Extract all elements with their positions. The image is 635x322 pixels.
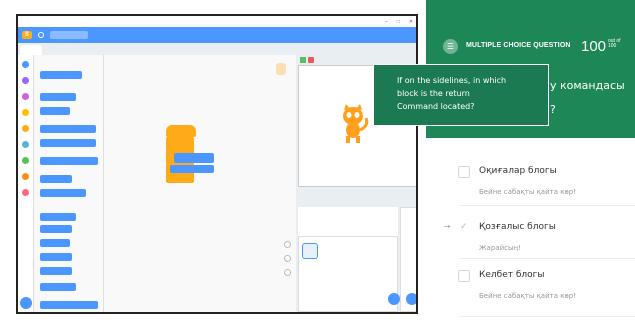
option-divider: [459, 205, 635, 206]
sprite-preview-icon: [276, 63, 286, 75]
extension-button: [20, 297, 32, 309]
code-workspace: [104, 55, 373, 312]
answer-option[interactable]: Келбет блогы Бейне сабақты қайта көр!: [426, 268, 635, 308]
question-text: у командасы ?: [550, 74, 625, 122]
window-controls: – □ ✕: [384, 18, 413, 25]
question-text-line2: ?: [550, 103, 556, 116]
tooltip-line1: If on the sidelines, in which: [397, 76, 507, 85]
palette-block: [40, 239, 70, 247]
block-palette: [34, 55, 115, 312]
stop-icon: [308, 57, 314, 63]
answer-option[interactable]: Оқиғалар блогы Бейне сабақты қайта көр!: [426, 164, 635, 204]
answer-feedback: Бейне сабақты қайта көр!: [479, 188, 576, 196]
script-hat-block: [166, 125, 196, 137]
globe-icon: [38, 32, 45, 38]
palette-block: [40, 253, 72, 261]
palette-block: [40, 283, 76, 291]
palette-block: [40, 213, 76, 221]
category-operators: [22, 157, 29, 164]
zoom-out-icon: [284, 255, 291, 262]
tab-sounds: [68, 45, 90, 55]
green-flag-icon: [300, 57, 306, 63]
sprite-thumbnail: [302, 243, 318, 259]
palette-block: [40, 301, 98, 309]
cat-sprite-icon: [343, 104, 369, 143]
palette-block: [40, 175, 72, 183]
category-myblocks: [22, 189, 29, 196]
answer-label: Оқиғалар блогы: [479, 166, 557, 176]
answer-option-selected[interactable]: → ✓ Қозғалыс блогы Жарайсың!: [426, 220, 635, 260]
palette-block: [40, 267, 72, 275]
answer-label: Қозғалыс блогы: [479, 222, 556, 232]
page: – □ ✕ S ☰ MULTIPLE CHOICE QUESTION 100 o…: [0, 0, 635, 322]
category-variables: [22, 173, 29, 180]
answer-checkbox[interactable]: [458, 166, 470, 178]
answer-checkbox[interactable]: [458, 270, 470, 282]
add-backdrop-icon: [406, 293, 416, 305]
palette-block: [40, 189, 86, 197]
tab-code: [20, 45, 42, 55]
arrow-right-icon: →: [442, 220, 452, 231]
scratch-menubar: S: [18, 27, 416, 43]
palette-block: [40, 139, 96, 147]
editor-tabs: [18, 43, 416, 55]
tab-costumes: [44, 45, 66, 55]
palette-block: [40, 107, 70, 115]
add-sprite-icon: [388, 293, 400, 305]
answer-feedback: Бейне сабақты қайта көр!: [479, 292, 576, 300]
question-text-line1: у командасы: [550, 79, 625, 92]
tooltip-line3: Command located?: [397, 102, 475, 111]
script-inner-block: [174, 153, 214, 163]
category-motion: [22, 61, 29, 68]
palette-block: [40, 71, 82, 79]
tooltip-line2: block is the return: [397, 89, 470, 98]
category-control: [22, 125, 29, 132]
list-icon: ☰: [443, 39, 458, 54]
answer-label: Келбет блогы: [479, 270, 545, 280]
answer-feedback: Жарайсың!: [479, 244, 521, 252]
check-icon: ✓: [460, 221, 468, 231]
palette-block: [40, 125, 96, 133]
block-categories: [18, 55, 34, 312]
window-titlebar: – □ ✕: [18, 16, 416, 27]
palette-block: [40, 93, 76, 101]
palette-block: [40, 157, 98, 165]
zoom-reset-icon: [284, 269, 291, 276]
project-title-field: [50, 31, 89, 39]
scratch-editor-screenshot: – □ ✕ S: [16, 14, 418, 314]
option-divider: [459, 316, 635, 317]
script-inner-block: [170, 165, 214, 173]
points-out-of: out of 100: [608, 39, 621, 49]
zoom-in-icon: [284, 241, 291, 248]
scratch-logo: S: [22, 31, 33, 39]
question-type-label: MULTIPLE CHOICE QUESTION: [466, 42, 571, 49]
quiz-panel: ☰ MULTIPLE CHOICE QUESTION 100 out of 10…: [426, 0, 635, 322]
out-of-value: 100: [608, 43, 617, 49]
question-points: 100: [581, 38, 607, 55]
category-looks: [22, 77, 29, 84]
translation-tooltip: If on the sidelines, in which block is t…: [373, 64, 549, 126]
option-divider: [459, 258, 635, 259]
category-sound: [22, 93, 29, 100]
category-events: [22, 109, 29, 116]
sprite-info-bar: [298, 207, 398, 237]
palette-block: [40, 225, 72, 233]
category-sensing: [22, 141, 29, 148]
